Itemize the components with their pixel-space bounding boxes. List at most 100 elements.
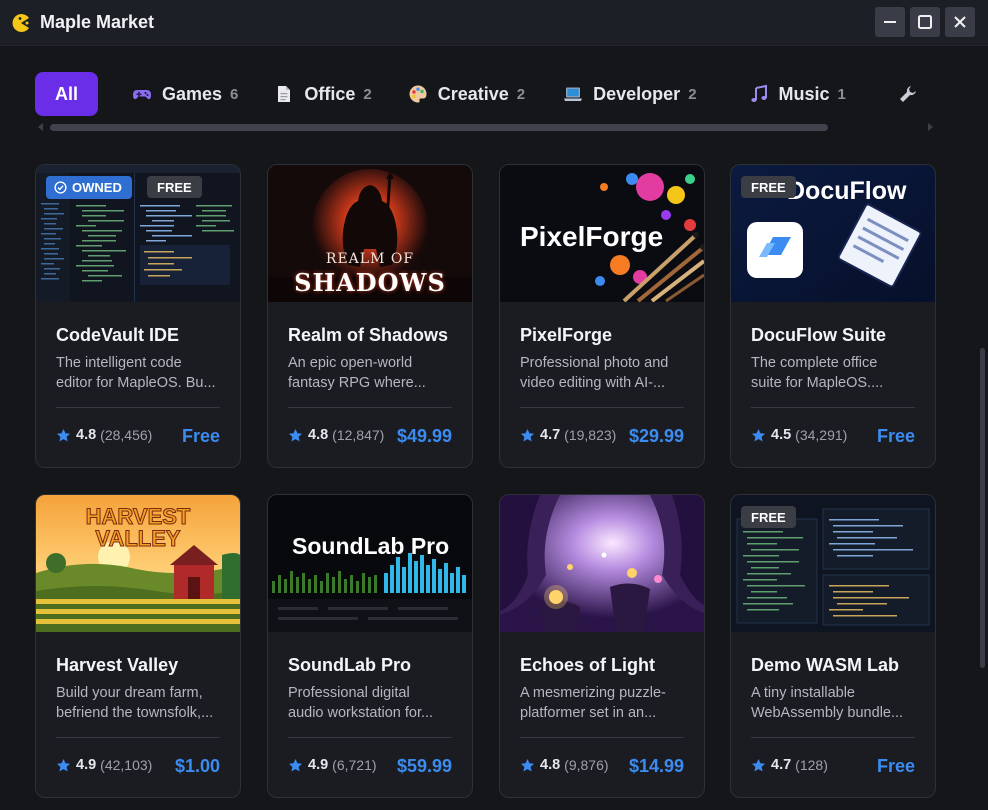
art-title: DocuFlow [787, 177, 907, 205]
tab-count: 2 [516, 85, 526, 103]
app-rating: 4.7 (19,823) [520, 427, 616, 443]
rating-value: 4.7 [540, 427, 561, 443]
free-badge: FREE [147, 176, 202, 198]
title-bar: Maple Market [0, 0, 988, 46]
app-description: Build your dream farm, befriend the town… [56, 685, 214, 721]
document-icon [278, 86, 291, 102]
category-tabs: All Games 6 Office 2 Creative 2 Develope… [35, 71, 945, 117]
card-divider [751, 407, 915, 408]
star-icon [520, 758, 535, 771]
app-title: SoundLab Pro [288, 655, 411, 675]
review-count: (12,847) [332, 427, 385, 443]
laptop-icon [564, 87, 583, 101]
app-title: DocuFlow Suite [751, 325, 886, 345]
card-divider [288, 737, 452, 738]
card-divider [520, 737, 684, 738]
app-description: An epic open-world fantasy RPG where... [288, 355, 426, 391]
maximize-button[interactable] [910, 7, 940, 37]
app-card-harvest-valley[interactable]: HARVEST VALLEY Harvest Valley Build your… [35, 494, 241, 798]
app-price[interactable]: Free [182, 426, 220, 447]
tab-count: 2 [688, 85, 697, 103]
scroll-right-arrow[interactable] [928, 123, 933, 131]
app-price[interactable]: Free [877, 426, 915, 447]
minimize-button[interactable] [875, 7, 905, 37]
app-description: Professional digital audio workstation f… [288, 685, 434, 721]
tab-label: Music [778, 83, 830, 104]
star-icon [751, 758, 766, 771]
review-count: (6,721) [332, 757, 377, 773]
music-note-icon [750, 84, 767, 102]
tab-label: All [54, 83, 78, 104]
rating-value: 4.9 [76, 757, 97, 773]
app-card-echoes-of-light[interactable]: Echoes of Light A mesmerizing puzzle- pl… [499, 494, 705, 798]
app-card-pixelforge[interactable]: PixelForge PixelForge Professional photo… [499, 164, 705, 468]
scroll-left-arrow[interactable] [38, 123, 43, 131]
app-rating: 4.8 (9,876) [520, 757, 609, 773]
app-price[interactable]: $1.00 [175, 756, 220, 777]
card-divider [520, 407, 684, 408]
vertical-scrollbar-thumb[interactable] [980, 348, 985, 668]
card-divider [751, 737, 915, 738]
minimize-icon [884, 21, 896, 23]
window-title: Maple Market [40, 12, 155, 32]
owned-badge: OWNED [46, 176, 132, 199]
tab-games[interactable]: Games 6 [132, 72, 238, 116]
app-price[interactable]: $29.99 [629, 426, 684, 447]
close-icon [954, 16, 966, 28]
app-rating: 4.5 (34,291) [751, 427, 847, 443]
tab-music[interactable]: Music 1 [749, 72, 846, 116]
app-title: Demo WASM Lab [751, 655, 900, 675]
tab-tools[interactable] [898, 72, 928, 116]
card-divider [56, 737, 220, 738]
horizontal-scrollbar-thumb[interactable] [50, 124, 828, 131]
review-count: (9,876) [564, 757, 609, 773]
app-art [268, 495, 472, 632]
wrench-icon [899, 86, 916, 102]
star-icon [288, 758, 303, 771]
app-card-codevault-ide[interactable]: OWNED FREE CodeVault IDE The intelligent… [35, 164, 241, 468]
art-title-line2: SHADOWS [294, 268, 446, 297]
review-count: (28,456) [100, 427, 153, 443]
star-icon [520, 428, 535, 441]
glowing-cave-art [500, 495, 704, 632]
free-badge: FREE [741, 176, 796, 198]
tab-count: 2 [363, 85, 372, 103]
review-count: (19,823) [564, 427, 617, 443]
app-rating: 4.7 (128) [751, 757, 828, 773]
tab-all[interactable]: All [35, 72, 98, 116]
app-card-soundlab-pro[interactable]: SoundLab Pro SoundLab Pro Professional d… [267, 494, 473, 798]
rating-value: 4.8 [76, 427, 97, 443]
palette-icon [409, 85, 427, 103]
tab-count: 1 [837, 85, 846, 103]
app-price[interactable]: Free [877, 756, 915, 777]
tab-developer[interactable]: Developer 2 [563, 72, 697, 116]
rating-value: 4.7 [771, 757, 792, 773]
app-card-demo-wasm-lab[interactable]: FREE Demo WASM Lab A tiny installable We… [730, 494, 936, 798]
star-icon [56, 428, 71, 441]
rating-value: 4.5 [771, 427, 792, 443]
app-card-docuflow-suite[interactable]: DocuFlow FREE DocuFlow Suite The complet… [730, 164, 936, 468]
app-title: PixelForge [520, 325, 613, 345]
art-title-line1: REALM OF [325, 251, 415, 267]
tab-office[interactable]: Office 2 [274, 72, 372, 116]
check-circle-icon [54, 181, 67, 194]
rating-value: 4.8 [540, 757, 561, 773]
app-description: The complete office suite for MapleOS...… [751, 355, 884, 391]
tab-creative[interactable]: Creative 2 [408, 72, 525, 116]
tab-label: Office [304, 83, 356, 104]
star-icon [288, 428, 303, 441]
app-description: A mesmerizing puzzle- platformer set in … [520, 685, 666, 721]
app-price[interactable]: $59.99 [397, 756, 452, 777]
app-card-realm-of-shadows[interactable]: REALM OF SHADOWS Realm of Shadows An epi… [267, 164, 473, 468]
art-title: SoundLab Pro [292, 533, 450, 559]
star-icon [751, 428, 766, 441]
close-button[interactable] [945, 7, 975, 37]
app-price[interactable]: $14.99 [629, 756, 684, 777]
review-count: (34,291) [795, 427, 848, 443]
free-badge: FREE [741, 506, 796, 528]
app-description: The intelligent code editor for MapleOS.… [56, 355, 216, 391]
gamepad-icon [133, 90, 151, 100]
app-title: CodeVault IDE [56, 325, 180, 345]
app-price[interactable]: $49.99 [397, 426, 452, 447]
tab-count: 6 [230, 85, 239, 103]
